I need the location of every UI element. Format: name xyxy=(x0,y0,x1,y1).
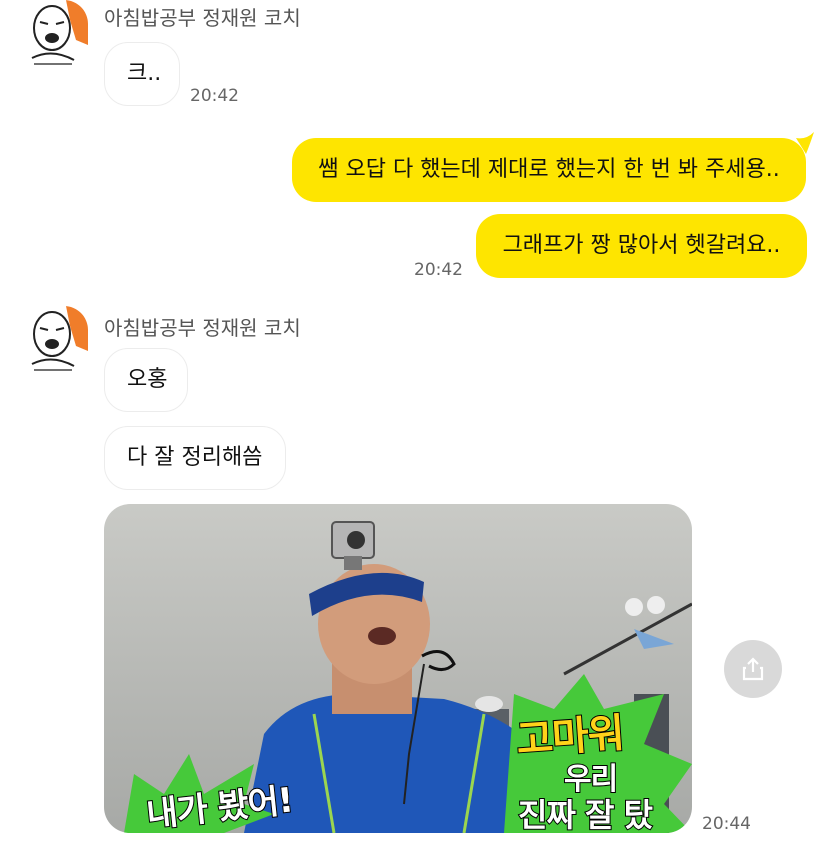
bubble-tail-icon xyxy=(796,132,814,154)
avatar-cartoon-icon xyxy=(18,306,88,376)
avatar-cartoon-icon xyxy=(18,0,88,70)
message-text: 쌤 오답 다 했는데 제대로 했는지 한 번 봐 주세용.. xyxy=(318,156,780,182)
message-bubble[interactable]: 다 잘 정리해씀 xyxy=(104,426,286,490)
message-text: 다 잘 정리해씀 xyxy=(127,444,263,470)
message-time: 20:42 xyxy=(414,260,463,280)
message-time: 20:42 xyxy=(190,86,239,106)
share-button[interactable] xyxy=(724,640,782,698)
image-caption: 진짜 잘 탔어! xyxy=(517,795,654,833)
message-bubble[interactable]: 크.. xyxy=(104,42,180,106)
sender-name: 아침밥공부 정재원 코치 xyxy=(104,316,301,340)
my-message-bubble[interactable]: 쌤 오답 다 했는데 제대로 했는지 한 번 봐 주세용.. xyxy=(292,138,806,202)
share-icon xyxy=(742,657,764,681)
message-bubble[interactable]: 오홍 xyxy=(104,348,188,412)
avatar[interactable] xyxy=(18,0,88,70)
message-text: 오홍 xyxy=(127,366,168,392)
sender-name: 아침밥공부 정재원 코치 xyxy=(104,6,301,30)
image-message[interactable]: 내가 봤어! 고마워 우리 진짜 잘 탔어! xyxy=(104,504,692,833)
my-message-bubble[interactable]: 그래프가 짱 많아서 헷갈려요.. xyxy=(476,214,807,278)
message-text: 그래프가 짱 많아서 헷갈려요.. xyxy=(502,232,781,258)
message-text: 크.. xyxy=(127,60,162,86)
avatar[interactable] xyxy=(18,306,88,376)
message-time: 20:44 xyxy=(702,814,751,834)
